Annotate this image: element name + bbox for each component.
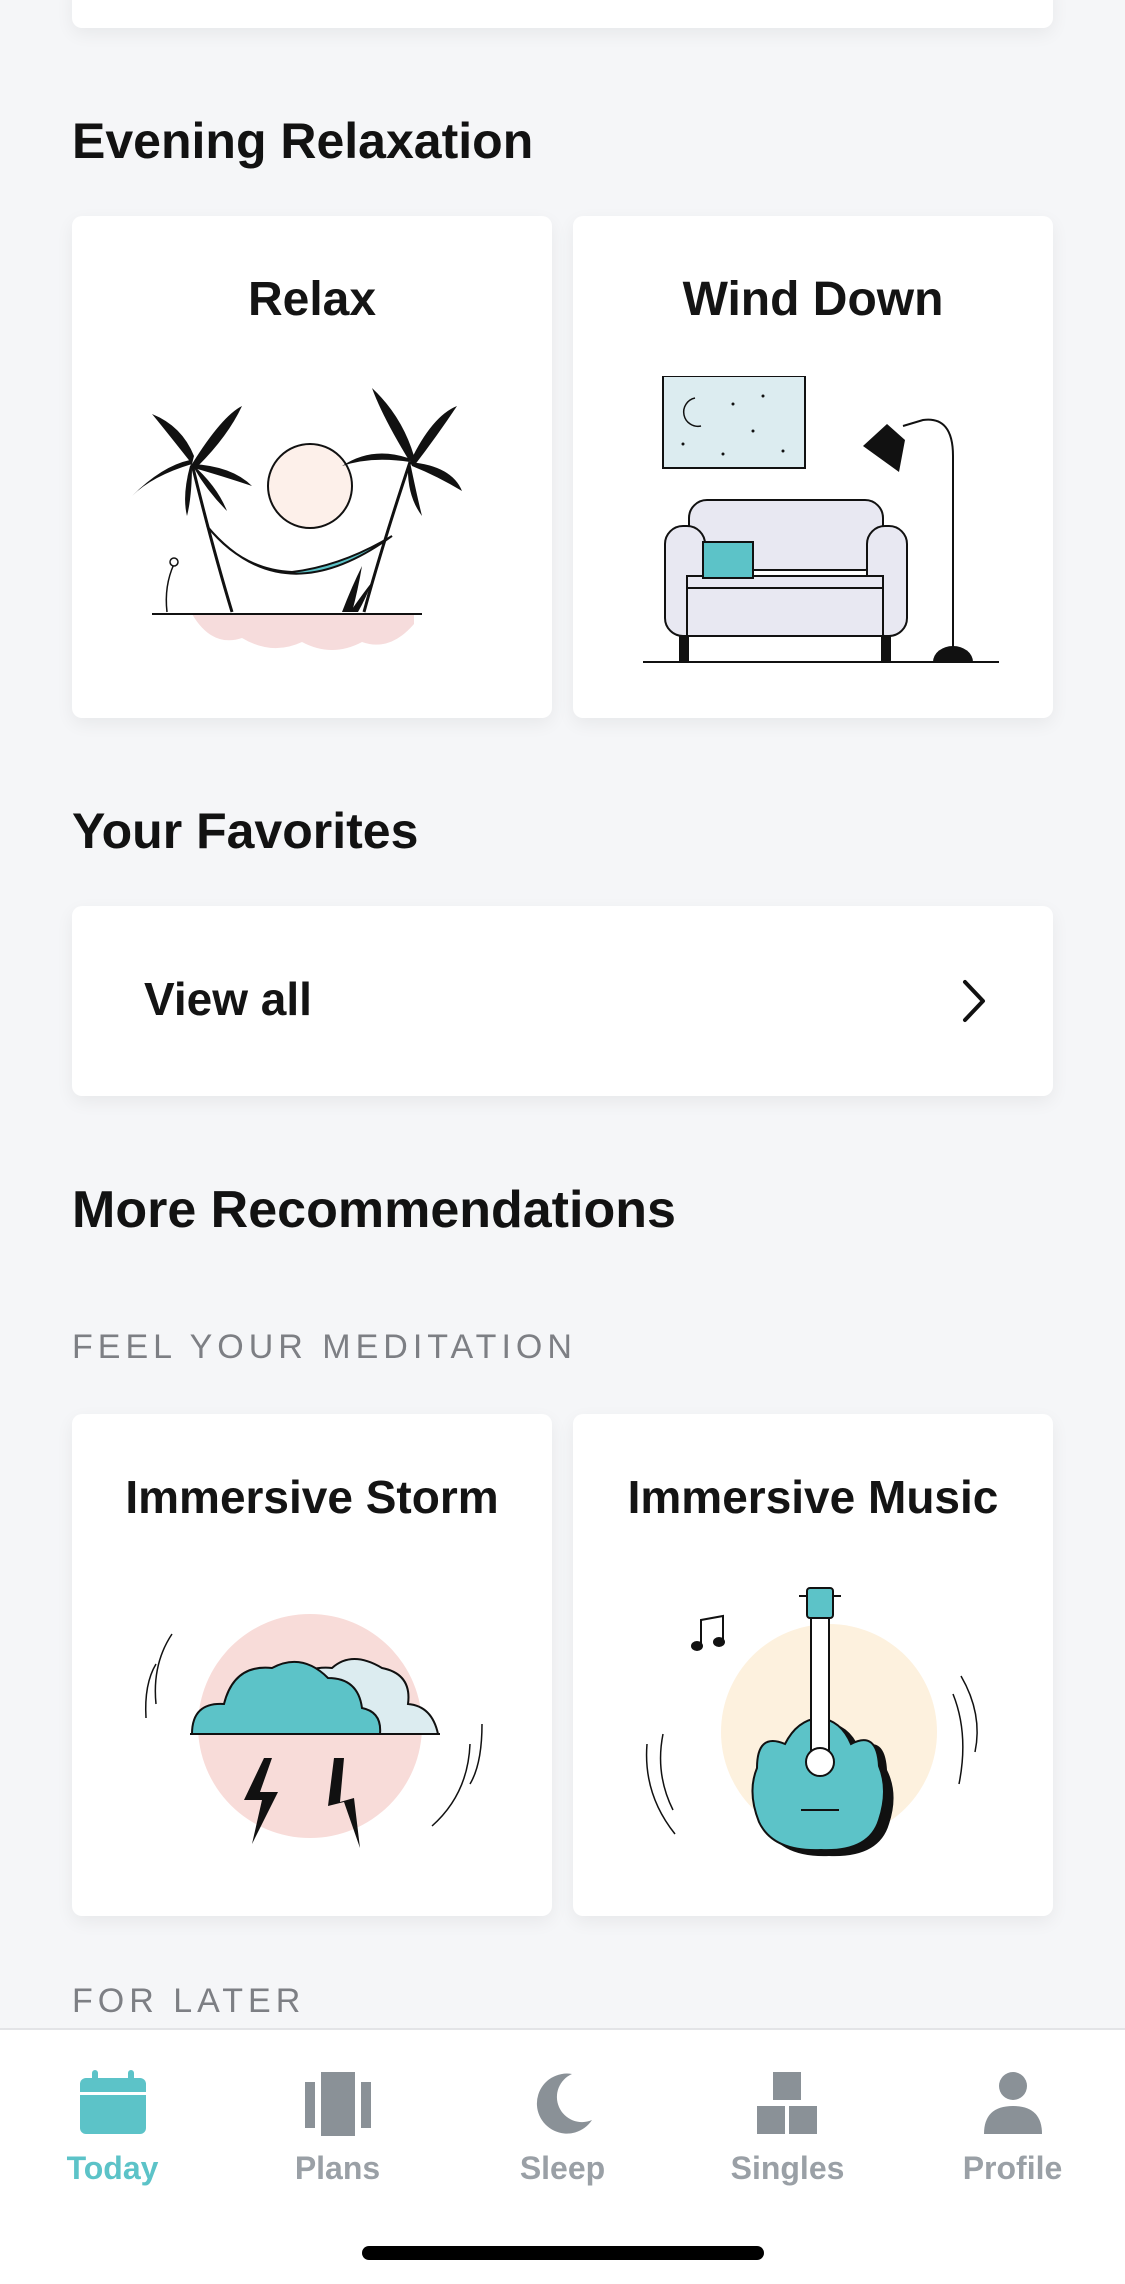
- hammock-palm-illustration: [132, 388, 462, 650]
- moon-icon: [536, 2073, 592, 2134]
- wind-down-tile-title: Wind Down: [682, 273, 944, 326]
- more-recommendations-heading: More Recommendations: [72, 1181, 676, 1239]
- tab-sleep[interactable]: Sleep: [450, 2070, 675, 2187]
- tab-today-label: Today: [66, 2150, 159, 2186]
- immersive-music-tile[interactable]: Immersive Music: [573, 1414, 1053, 1916]
- storm-cloud-illustration: [144, 1614, 483, 1848]
- tab-plans-label: Plans: [294, 2150, 381, 2186]
- for-later-label: FOR LATER: [72, 1982, 306, 2020]
- relax-tile-title: Relax: [247, 273, 377, 326]
- immersive-storm-tile[interactable]: Immersive Storm: [72, 1414, 552, 1916]
- tab-singles-label: Singles: [730, 2150, 845, 2186]
- view-all-row[interactable]: View all: [72, 906, 1053, 1096]
- guitar-illustration: [645, 1587, 978, 1857]
- calendar-icon: [79, 2070, 146, 2134]
- tab-profile-label: Profile: [962, 2150, 1063, 2186]
- chevron-right-icon: [963, 980, 985, 1022]
- tab-profile[interactable]: Profile: [900, 2070, 1125, 2187]
- top-partial-card[interactable]: [72, 0, 1053, 28]
- blocks-icon: [756, 2072, 817, 2134]
- person-icon: [983, 2072, 1042, 2134]
- your-favorites-heading: Your Favorites: [72, 803, 419, 859]
- tab-today[interactable]: Today: [0, 2070, 225, 2187]
- tab-sleep-label: Sleep: [519, 2150, 606, 2186]
- relax-tile[interactable]: Relax: [72, 216, 552, 718]
- immersive-storm-tile-title: Immersive Storm: [125, 1471, 499, 1523]
- immersive-music-tile-title: Immersive Music: [627, 1471, 999, 1523]
- feel-your-meditation-label: FEEL YOUR MEDITATION: [72, 1328, 577, 1366]
- view-all-label: View all: [144, 973, 312, 1025]
- tab-plans[interactable]: Plans: [225, 2070, 450, 2187]
- tab-singles[interactable]: Singles: [675, 2070, 900, 2187]
- plans-icon: [304, 2072, 371, 2136]
- sofa-lamp-illustration: [643, 376, 999, 663]
- evening-relaxation-heading: Evening Relaxation: [72, 113, 534, 169]
- wind-down-tile[interactable]: Wind Down: [573, 216, 1053, 718]
- home-indicator[interactable]: [362, 2246, 764, 2260]
